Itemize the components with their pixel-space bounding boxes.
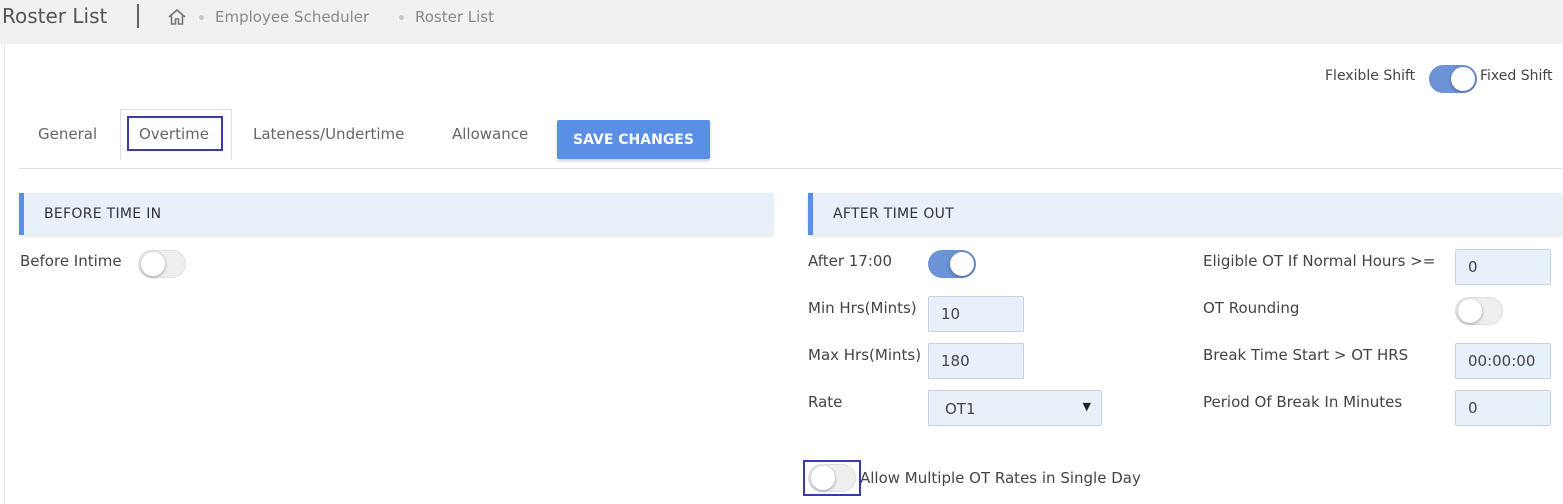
rate-select-value: OT1: [945, 400, 976, 418]
before-intime-toggle[interactable]: [138, 250, 186, 278]
breadcrumb-employee-scheduler[interactable]: Employee Scheduler: [215, 8, 369, 26]
multi-ot-rates-highlight: [803, 460, 861, 496]
breadcrumb-separator: [199, 15, 204, 20]
break-period-input[interactable]: [1455, 390, 1551, 426]
dropdown-arrow-icon: ▼: [1082, 400, 1091, 413]
multi-ot-rates-label: Allow Multiple OT Rates in Single Day: [860, 469, 1141, 487]
rate-label: Rate: [808, 393, 843, 411]
min-hrs-input[interactable]: [928, 296, 1024, 332]
toggle-knob: [1458, 299, 1482, 323]
tabs-divider: [19, 168, 1562, 169]
toggle-knob: [141, 252, 165, 276]
before-intime-label: Before Intime: [20, 252, 122, 270]
rate-select[interactable]: OT1 ▼: [928, 390, 1102, 426]
top-bar: Roster List Employee Scheduler Roster Li…: [0, 0, 1563, 44]
break-time-start-label: Break Time Start > OT HRS: [1203, 346, 1409, 364]
page-title: Roster List: [2, 4, 108, 28]
eligible-ot-label: Eligible OT If Normal Hours >=: [1203, 252, 1436, 270]
toggle-knob: [1451, 67, 1475, 91]
max-hrs-input[interactable]: [928, 343, 1024, 379]
max-hrs-label: Max Hrs(Mints): [808, 346, 922, 364]
home-icon[interactable]: [167, 7, 187, 27]
tab-general[interactable]: General: [38, 125, 97, 143]
toggle-knob: [950, 252, 974, 276]
break-time-start-input[interactable]: [1455, 343, 1551, 379]
shift-type-toggle[interactable]: [1429, 65, 1477, 93]
ot-rounding-label: OT Rounding: [1203, 299, 1300, 317]
ot-rounding-toggle[interactable]: [1455, 297, 1503, 325]
content-panel: [4, 44, 1563, 504]
min-hrs-label: Min Hrs(Mints): [808, 299, 917, 317]
after-time-out-header: AFTER TIME OUT: [808, 193, 1562, 235]
after-time-toggle[interactable]: [928, 250, 976, 278]
tab-allowance[interactable]: Allowance: [452, 125, 528, 143]
after-time-label: After 17:00: [808, 252, 893, 270]
tab-overtime-highlight: [127, 116, 223, 151]
before-time-in-header: BEFORE TIME IN: [19, 193, 773, 235]
flexible-shift-label: Flexible Shift: [1325, 68, 1416, 84]
eligible-ot-input[interactable]: [1455, 249, 1551, 285]
fixed-shift-label: Fixed Shift: [1480, 68, 1553, 84]
save-changes-button[interactable]: SAVE CHANGES: [557, 120, 710, 159]
breadcrumb-roster-list: Roster List: [415, 8, 495, 26]
break-period-label: Period Of Break In Minutes: [1203, 393, 1403, 411]
breadcrumb-separator: [399, 15, 404, 20]
tab-lateness-undertime[interactable]: Lateness/Undertime: [253, 125, 404, 143]
title-divider: [137, 4, 139, 28]
